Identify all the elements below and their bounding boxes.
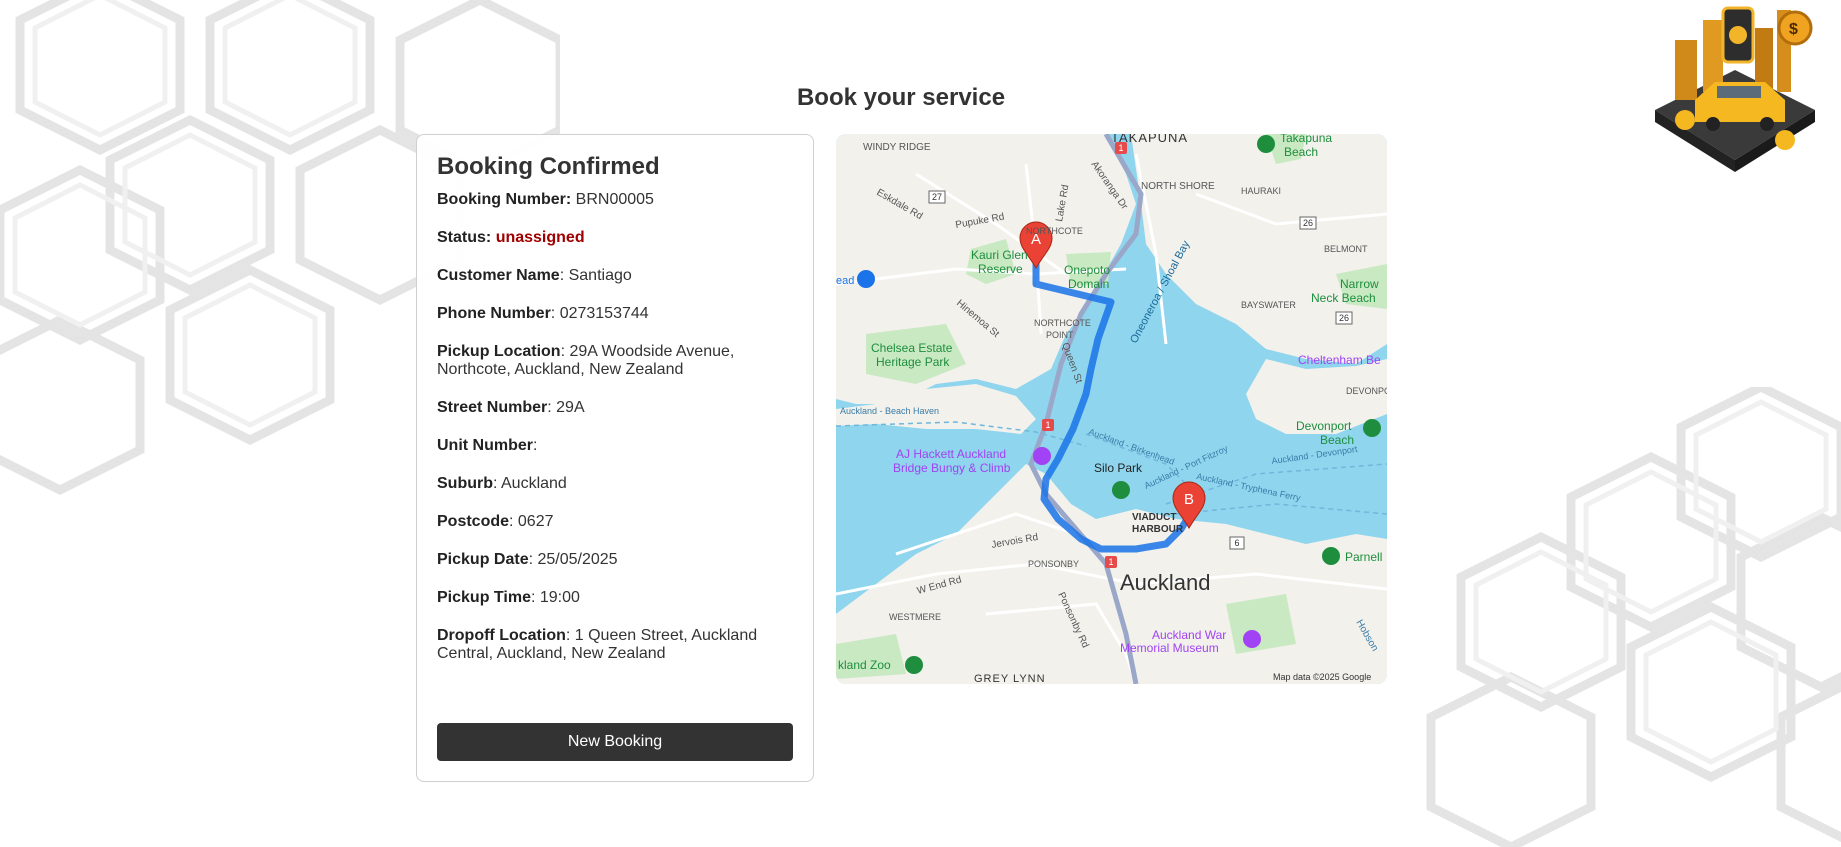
status-row: Status: unassigned — [437, 229, 793, 247]
map-label-devonport-beach-1: Devonport — [1296, 419, 1352, 433]
map-label-war-memorial-1: Auckland War — [1152, 628, 1226, 642]
map-label-westmere: WESTMERE — [889, 612, 941, 622]
map-label-onepoto-domain: Domain — [1068, 277, 1109, 291]
booking-confirmation-card: Booking Confirmed Booking Number: BRN000… — [416, 134, 814, 782]
bungy-icon — [1033, 447, 1051, 465]
status-label: Status: — [437, 229, 492, 246]
beach-icon-devonport — [1363, 419, 1381, 437]
pickup-time-value: : 19:00 — [530, 589, 580, 606]
map-label-bayswater: BAYSWATER — [1241, 300, 1296, 310]
customer-name-label: Customer Name — [437, 267, 560, 284]
map-label-takapuna: TAKAPUNA — [1111, 134, 1188, 145]
map-label-viaduct-2: HARBOUR — [1132, 524, 1184, 535]
shield-26-b-label: 26 — [1339, 313, 1349, 323]
street-number-label: Street Number — [437, 399, 548, 416]
map-label-zoo: kland Zoo — [838, 658, 891, 672]
map-label-viaduct-1: VIADUCT — [1132, 512, 1176, 523]
pickup-date-label: Pickup Date — [437, 551, 529, 568]
postcode-value: : 0627 — [509, 513, 554, 530]
phone-number-label: Phone Number — [437, 305, 551, 322]
booking-heading: Booking Confirmed — [437, 153, 660, 180]
map-label-kauri-reserve: Reserve — [978, 262, 1023, 276]
map-copyright: Map data ©2025 Google — [1273, 672, 1371, 682]
customer-name-value: : Santiago — [559, 267, 632, 284]
map-label-war-memorial-2: Memorial Museum — [1120, 641, 1219, 655]
unit-number-value: : — [533, 437, 538, 454]
map-label-ponsonby: PONSONBY — [1028, 559, 1079, 569]
marker-b-label: B — [1184, 491, 1194, 508]
pickup-time-row: Pickup Time: 19:00 — [437, 589, 793, 607]
shield-1-bridge-label: 1 — [1045, 420, 1050, 430]
map-label-belmont: BELMONT — [1324, 244, 1368, 254]
new-booking-button[interactable]: New Booking — [437, 723, 793, 761]
shield-1-city-label: 1 — [1108, 557, 1113, 567]
park-domain — [1226, 594, 1296, 654]
status-value: unassigned — [495, 229, 585, 246]
street-number-row: Street Number: 29A — [437, 399, 793, 417]
map-label-silo-park: Silo Park — [1094, 461, 1143, 475]
dropoff-location-row: Dropoff Location: 1 Queen Street, Auckla… — [437, 627, 793, 663]
booking-number-row: Booking Number: BRN00005 — [437, 191, 793, 209]
hexagon-background-right — [1426, 387, 1841, 847]
beach-icon-takapuna — [1257, 135, 1275, 153]
suburb-value: : Auckland — [493, 475, 567, 492]
map-label-grey-lynn: GREY LYNN — [974, 673, 1046, 684]
page-title: Book your service — [796, 84, 1006, 111]
map-label-narrow-neck-1: Narrow — [1340, 277, 1379, 291]
suburb-label: Suburb — [437, 475, 493, 492]
map-label-devonport: DEVONPO — [1346, 386, 1387, 396]
land-auckland — [836, 464, 1387, 684]
shield-6-label: 6 — [1234, 538, 1239, 548]
dropoff-location-label: Dropoff Location — [437, 627, 566, 644]
map-label-northcote-point-1: NORTHCOTE — [1034, 318, 1091, 328]
street-number-value: : 29A — [547, 399, 585, 416]
pickup-date-row: Pickup Date: 25/05/2025 — [437, 551, 793, 569]
parnell-icon — [1322, 547, 1340, 565]
silo-park-icon — [1112, 481, 1130, 499]
pickup-date-value: : 25/05/2025 — [528, 551, 618, 568]
shopping-icon — [857, 270, 875, 288]
pickup-time-label: Pickup Time — [437, 589, 531, 606]
map-label-auckland: Auckland — [1120, 570, 1211, 595]
phone-number-row: Phone Number: 0273153744 — [437, 305, 793, 323]
suburb-row: Suburb: Auckland — [437, 475, 793, 493]
zoo-icon — [905, 656, 923, 674]
map-label-parnell: Parnell — [1345, 550, 1382, 564]
map-label-north-shore: NORTH SHORE — [1141, 181, 1215, 192]
pickup-location-label: Pickup Location — [437, 343, 561, 360]
map-label-aj-hackett-2: Bridge Bungy & Climb — [893, 461, 1011, 475]
route-map[interactable]: A B 1 1 1 27 26 26 6 TAKAPUNA Takapuna B… — [836, 134, 1387, 684]
map-label-kauri-glen: Kauri Glen — [971, 248, 1028, 262]
booking-number-value: BRN00005 — [571, 191, 654, 208]
map-label-aj-hackett-1: AJ Hackett Auckland — [896, 447, 1006, 461]
map-label-cheltenham: Cheltenham Be — [1298, 353, 1381, 367]
map-label-northcote: NORTHCOTE — [1026, 226, 1083, 236]
map-label-ak-devonport: Auckland - Devonport — [1271, 444, 1359, 466]
map-label-windy-ridge: WINDY RIDGE — [863, 142, 931, 153]
map-label-hauraki: HAURAKI — [1241, 186, 1281, 196]
svg-text:$: $ — [1789, 21, 1798, 38]
phone-number-value: : 0273153744 — [550, 305, 649, 322]
map-canvas[interactable]: A B 1 1 1 27 26 26 6 TAKAPUNA Takapuna B… — [836, 134, 1387, 684]
unit-number-row: Unit Number: — [437, 437, 793, 455]
pickup-location-row: Pickup Location: 29A Woodside Avenue, No… — [437, 343, 793, 379]
map-label-onepoto: Onepoto — [1064, 263, 1110, 277]
map-label-narrow-neck-2: Neck Beach — [1311, 291, 1376, 305]
shield-26-a-label: 26 — [1303, 218, 1313, 228]
map-label-takapuna-beach-1: Takapuna — [1280, 134, 1332, 145]
map-label-northcote-point-2: POINT — [1046, 330, 1074, 340]
map-label-chelsea-1: Chelsea Estate — [871, 341, 953, 355]
map-label-chelsea-2: Heritage Park — [876, 355, 950, 369]
map-label-tryphena: Auckland - Tryphena Ferry — [1196, 471, 1302, 503]
unit-number-label: Unit Number — [437, 437, 533, 454]
shield-27-label: 27 — [932, 192, 942, 202]
postcode-label: Postcode — [437, 513, 510, 530]
postcode-row: Postcode: 0627 — [437, 513, 793, 531]
map-label-road-ead: ead — [836, 275, 854, 287]
customer-name-row: Customer Name: Santiago — [437, 267, 793, 285]
map-label-takapuna-beach-2: Beach — [1284, 145, 1318, 159]
booking-number-label: Booking Number: — [437, 191, 572, 208]
museum-icon — [1243, 630, 1261, 648]
map-label-beach-haven: Auckland - Beach Haven — [840, 406, 939, 416]
